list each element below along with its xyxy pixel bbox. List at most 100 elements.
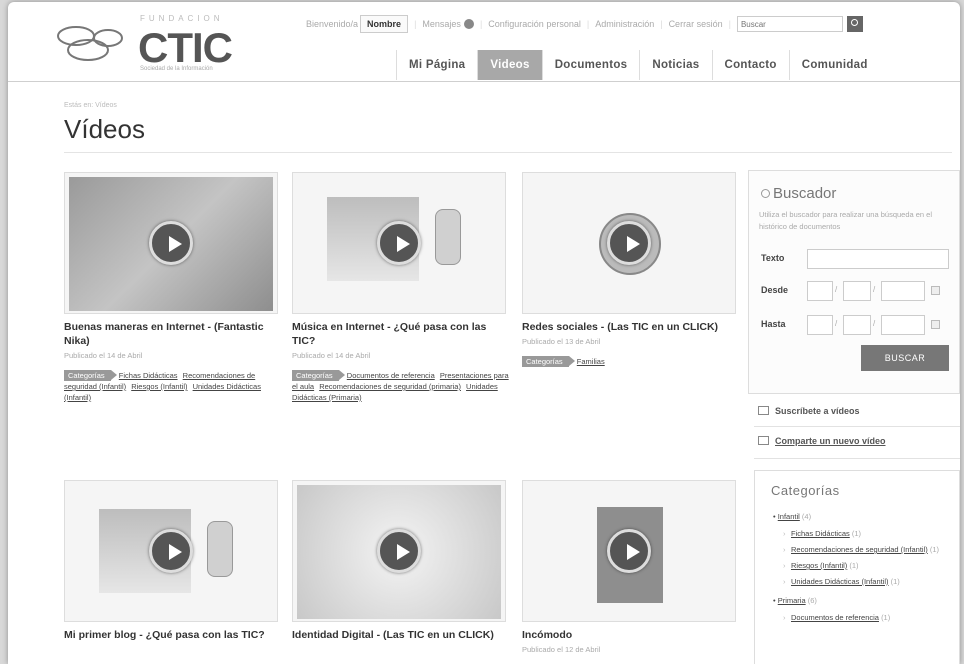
video-card: Música en Internet - ¿Qué pasa con las T… <box>292 172 510 403</box>
top-search-input[interactable] <box>736 16 843 32</box>
video-date: Publicado el 13 de Abril <box>522 337 601 346</box>
calendar-icon[interactable] <box>931 286 940 295</box>
play-icon[interactable] <box>377 221 421 265</box>
site-logo[interactable]: FUNDACION CTIC Sociedad de la Informació… <box>52 12 252 72</box>
from-label: Desde <box>761 285 789 295</box>
to-label: Hasta <box>761 319 786 329</box>
categories-panel: Categorías • Infantil (4) Fichas Didácti… <box>754 470 960 664</box>
logo-foundation-text: FUNDACION <box>140 14 224 23</box>
category-link[interactable]: Recomendaciones de seguridad (primaria) <box>319 382 461 391</box>
tab-documentos[interactable]: Documentos <box>541 50 640 80</box>
subcategory-item: Recomendaciones de seguridad (Infantil) … <box>783 544 959 555</box>
upload-icon <box>758 436 769 445</box>
search-panel-title: Buscador <box>773 185 837 202</box>
video-card: Mi primer blog - ¿Qué pasa con las TIC? <box>64 480 282 642</box>
category-item: • Primaria (6) <box>773 596 817 605</box>
messages-link[interactable]: Mensajes <box>422 19 461 29</box>
categories-label: Categorías <box>292 370 345 381</box>
from-month-field[interactable] <box>843 281 871 301</box>
video-categories: Categorías Fichas Didácticas Recomendaci… <box>64 370 282 403</box>
category-link[interactable]: Fichas Didácticas <box>119 371 178 380</box>
video-thumbnail[interactable] <box>292 172 506 314</box>
video-title[interactable]: Redes sociales - (Las TIC en un CLICK) <box>522 320 740 334</box>
messages-icon[interactable] <box>463 19 474 29</box>
to-month-field[interactable] <box>843 315 871 335</box>
video-thumbnail[interactable] <box>64 172 278 314</box>
share-video-link[interactable]: Comparte un nuevo vídeo <box>758 436 886 446</box>
text-search-field[interactable] <box>807 249 949 269</box>
personal-config-link[interactable]: Configuración personal <box>488 19 581 29</box>
play-icon[interactable] <box>607 221 651 265</box>
video-title[interactable]: Identidad Digital - (Las TIC en un CLICK… <box>292 628 510 642</box>
from-year-field[interactable] <box>881 281 925 301</box>
main-nav: Mi Página Videos Documentos Noticias Con… <box>396 50 880 80</box>
video-date: Publicado el 12 de Abril <box>522 645 601 654</box>
tab-comunidad[interactable]: Comunidad <box>788 50 880 80</box>
video-thumbnail[interactable] <box>292 480 506 622</box>
category-link-infantil[interactable]: Infantil <box>778 512 800 521</box>
logo-tagline: Sociedad de la Información <box>140 66 213 72</box>
subcategory-item: Riesgos (Infantil) (1) <box>783 560 959 571</box>
video-thumbnail[interactable] <box>522 172 736 314</box>
video-thumbnail[interactable] <box>64 480 278 622</box>
welcome-text: Bienvenido/a <box>306 19 359 29</box>
tab-videos[interactable]: Videos <box>477 50 542 80</box>
search-button[interactable]: BUSCAR <box>861 345 949 371</box>
tab-mi-pagina[interactable]: Mi Página <box>396 50 477 80</box>
video-title[interactable]: Música en Internet - ¿Qué pasa con las T… <box>292 320 510 348</box>
video-title[interactable]: Incómodo <box>522 628 740 642</box>
categories-label: Categorías <box>64 370 117 381</box>
category-link[interactable]: Documentos de referencia <box>347 371 435 380</box>
video-categories: Categorías Documentos de referencia Pres… <box>292 370 510 403</box>
search-icon[interactable] <box>846 16 863 32</box>
video-card: Identidad Digital - (Las TIC en un CLICK… <box>292 480 510 642</box>
category-link[interactable]: Riesgos (Infantil) <box>131 382 187 391</box>
title-divider <box>64 152 952 153</box>
subcategory-item: Documentos de referencia (1) <box>783 612 959 623</box>
text-label: Texto <box>761 253 785 263</box>
logout-link[interactable]: Cerrar sesión <box>669 19 723 29</box>
video-title[interactable]: Buenas maneras en Internet - (Fantastic … <box>64 320 282 348</box>
subcategory-link[interactable]: Riesgos (Infantil) <box>791 561 847 570</box>
categories-list: • Infantil (4) Fichas Didácticas (1) Rec… <box>773 511 959 628</box>
to-day-field[interactable] <box>807 315 833 335</box>
video-date: Publicado el 14 de Abril <box>64 351 143 360</box>
subcategory-item: Unidades Didácticas (Infantil) (1) <box>783 576 959 587</box>
logo-wordmark: CTIC <box>138 24 233 71</box>
breadcrumb: Estás en: Vídeos <box>64 102 117 109</box>
play-icon[interactable] <box>149 529 193 573</box>
user-name-button[interactable]: Nombre <box>360 15 409 33</box>
page-title: Vídeos <box>64 114 145 144</box>
category-link[interactable]: Familias <box>577 357 605 366</box>
subcategory-item: Fichas Didácticas (1) <box>783 528 959 539</box>
subcategory-link[interactable]: Documentos de referencia <box>791 613 879 622</box>
video-card: Buenas maneras en Internet - (Fantastic … <box>64 172 282 403</box>
play-icon[interactable] <box>607 529 651 573</box>
rss-icon <box>758 406 769 415</box>
tab-noticias[interactable]: Noticias <box>639 50 711 80</box>
search-panel-description: Utiliza el buscador para realizar una bú… <box>759 210 933 231</box>
video-date: Publicado el 14 de Abril <box>292 351 371 360</box>
from-day-field[interactable] <box>807 281 833 301</box>
video-categories: Categorías Familias <box>522 356 740 367</box>
search-panel: Buscador Utiliza el buscador para realiz… <box>748 170 960 394</box>
site-header: FUNDACION CTIC Sociedad de la Informació… <box>8 2 960 82</box>
play-icon[interactable] <box>377 529 421 573</box>
category-item: • Infantil (4) <box>773 512 812 521</box>
admin-link[interactable]: Administración <box>595 19 654 29</box>
subscribe-link[interactable]: Suscríbete a vídeos <box>758 406 860 416</box>
calendar-icon[interactable] <box>931 320 940 329</box>
user-toolbar: Bienvenido/a Nombre | Mensajes | Configu… <box>306 14 863 34</box>
category-link-primaria[interactable]: Primaria <box>778 596 806 605</box>
to-year-field[interactable] <box>881 315 925 335</box>
tab-contacto[interactable]: Contacto <box>711 50 789 80</box>
subcategory-link[interactable]: Fichas Didácticas <box>791 529 850 538</box>
play-icon[interactable] <box>149 221 193 265</box>
subcategory-link[interactable]: Recomendaciones de seguridad (Infantil) <box>791 545 928 554</box>
video-card: Redes sociales - (Las TIC en un CLICK) P… <box>522 172 740 367</box>
categories-title: Categorías <box>771 483 840 498</box>
categories-label: Categorías <box>522 356 575 367</box>
video-thumbnail[interactable] <box>522 480 736 622</box>
subcategory-link[interactable]: Unidades Didácticas (Infantil) <box>791 577 889 586</box>
video-title[interactable]: Mi primer blog - ¿Qué pasa con las TIC? <box>64 628 282 642</box>
